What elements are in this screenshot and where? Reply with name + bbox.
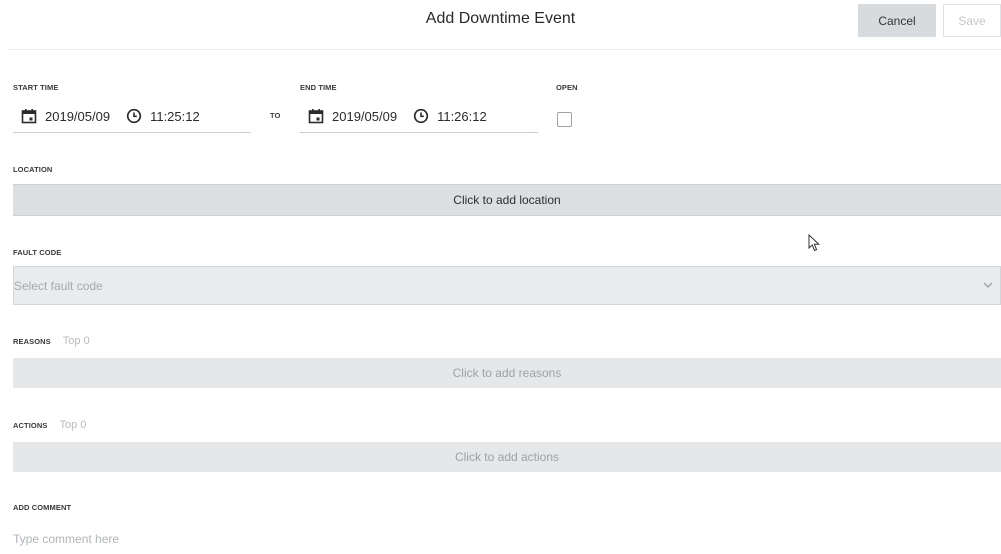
location-label: LOCATION — [13, 165, 53, 174]
fault-code-select[interactable]: Select fault code — [13, 266, 1001, 305]
to-label: TO — [270, 111, 281, 120]
end-time-value[interactable]: 11:26:12 — [437, 109, 487, 124]
actions-label: ACTIONS Top 0 — [13, 419, 86, 431]
chevron-down-icon[interactable] — [982, 279, 994, 291]
actions-label-text: ACTIONS — [13, 421, 48, 430]
fault-code-placeholder: Select fault code — [14, 278, 103, 293]
save-button[interactable]: Save — [943, 4, 1001, 37]
comment-input[interactable]: Type comment here — [13, 532, 119, 546]
add-comment-label: ADD COMMENT — [13, 503, 72, 512]
clock-icon[interactable] — [126, 108, 142, 124]
calendar-icon[interactable] — [21, 108, 37, 124]
start-time-label: START TIME — [13, 83, 59, 92]
end-date-value[interactable]: 2019/05/09 — [332, 109, 397, 124]
reasons-label-text: REASONS — [13, 337, 51, 346]
header: Add Downtime Event Cancel Save — [0, 0, 1001, 44]
end-time-label: END TIME — [300, 83, 337, 92]
start-time-field[interactable]: 2019/05/09 11:25:12 — [13, 100, 251, 133]
open-label: OPEN — [556, 83, 578, 92]
header-divider — [8, 49, 1001, 50]
calendar-icon[interactable] — [308, 108, 324, 124]
reasons-label: REASONS Top 0 — [13, 335, 90, 347]
fault-code-label: FAULT CODE — [13, 248, 62, 257]
page-title: Add Downtime Event — [425, 10, 576, 27]
start-date-value[interactable]: 2019/05/09 — [45, 109, 110, 124]
actions-top-count: Top 0 — [59, 419, 87, 431]
cancel-button[interactable]: Cancel — [858, 4, 936, 37]
add-reasons-button[interactable]: Click to add reasons — [13, 358, 1001, 388]
clock-icon[interactable] — [413, 108, 429, 124]
add-actions-button[interactable]: Click to add actions — [13, 442, 1001, 472]
mouse-cursor-icon — [808, 233, 822, 252]
open-checkbox[interactable] — [557, 112, 572, 127]
add-location-button[interactable]: Click to add location — [13, 184, 1001, 216]
reasons-top-count: Top 0 — [62, 335, 90, 347]
start-time-value[interactable]: 11:25:12 — [150, 109, 200, 124]
end-time-field[interactable]: 2019/05/09 11:26:12 — [300, 100, 538, 133]
